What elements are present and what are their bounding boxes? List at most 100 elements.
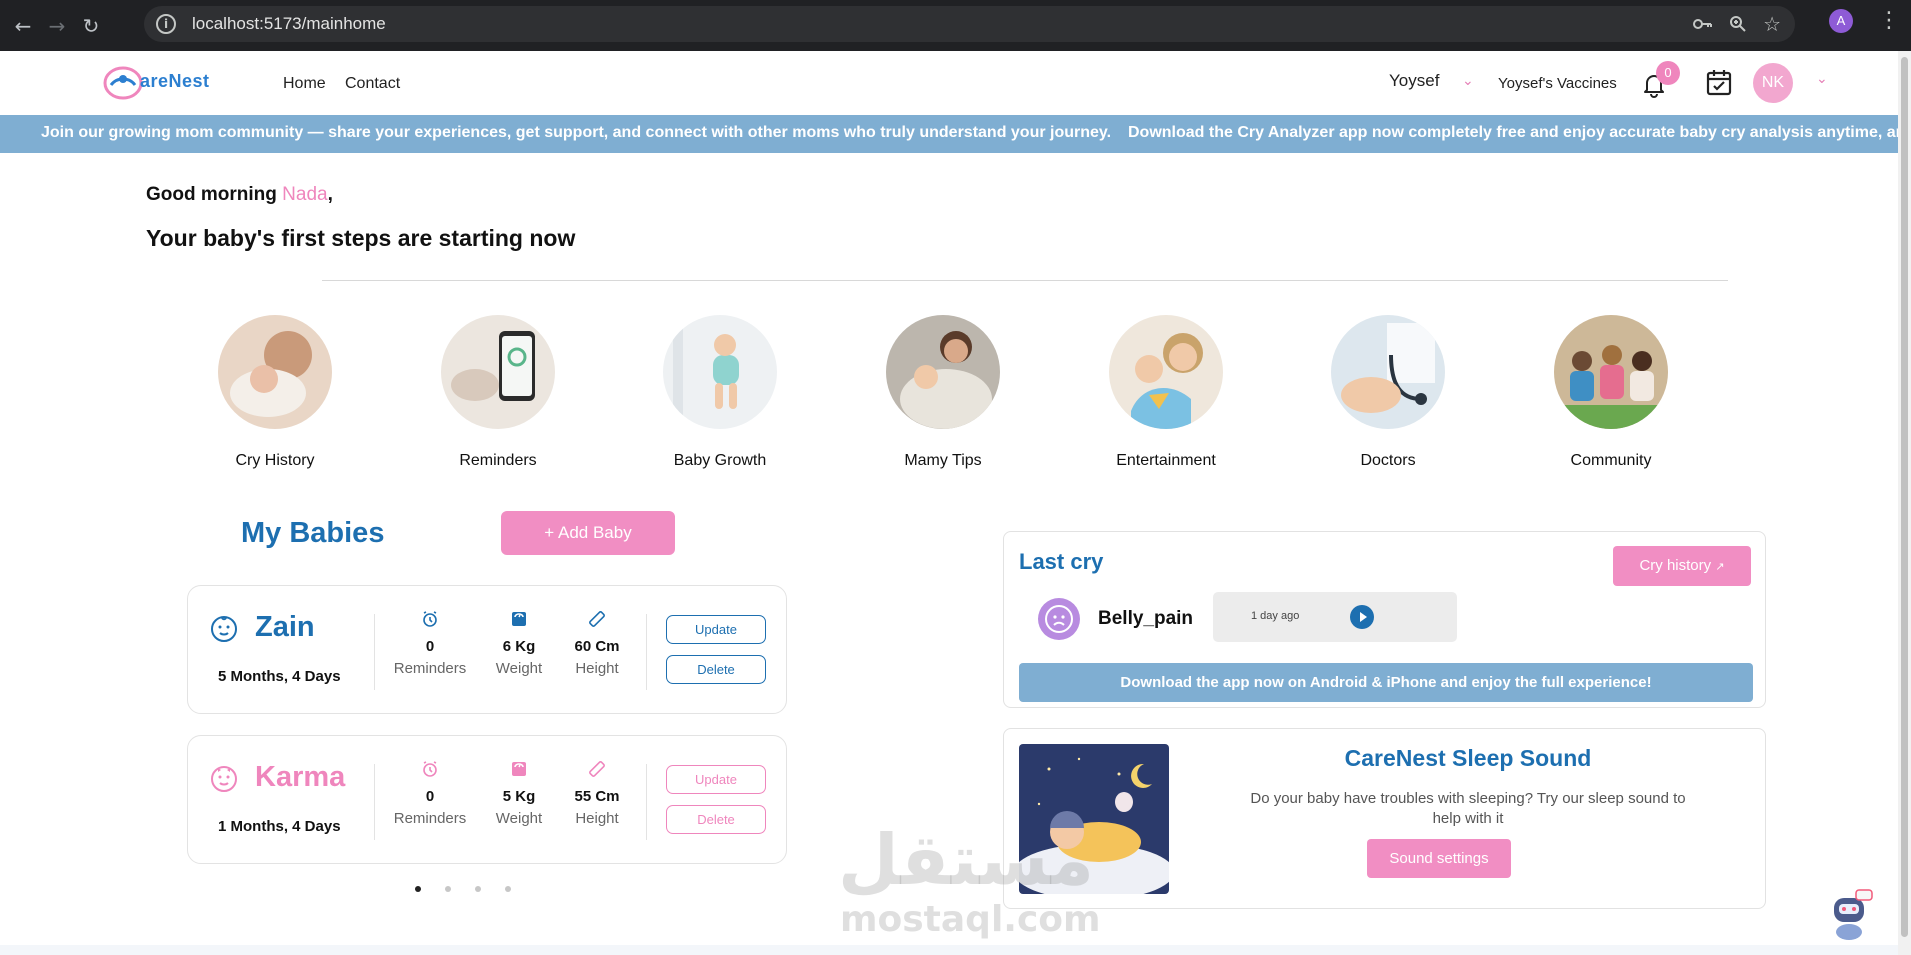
- divider: [646, 614, 647, 690]
- community-image[interactable]: [1554, 315, 1668, 429]
- add-baby-button[interactable]: + Add Baby: [501, 511, 675, 555]
- download-app-banner[interactable]: Download the app now on Android & iPhone…: [1019, 663, 1753, 702]
- height-label: Height: [575, 810, 619, 827]
- baby-card[interactable]: Karma 1 Months, 4 Days 0 Reminders 5 Kg …: [187, 735, 787, 864]
- cry-type-icon: [1038, 598, 1080, 640]
- update-button[interactable]: Update: [666, 615, 766, 644]
- nav-contact[interactable]: Contact: [345, 75, 400, 93]
- feature-community[interactable]: Community: [1511, 315, 1711, 470]
- site-info-icon[interactable]: i: [156, 14, 176, 34]
- feature-baby-growth[interactable]: Baby Growth: [620, 315, 820, 470]
- doctors-image[interactable]: [1331, 315, 1445, 429]
- baby-face-icon: [211, 766, 237, 792]
- feature-cry-history[interactable]: Cry History: [175, 315, 375, 470]
- feature-doctors[interactable]: Doctors: [1288, 315, 1488, 470]
- baby-name: Zain: [255, 611, 315, 643]
- feature-label: Baby Growth: [673, 452, 767, 469]
- audio-player[interactable]: 1 day ago: [1213, 592, 1457, 642]
- scrollbar[interactable]: [1898, 51, 1911, 955]
- weight-stat: 5 Kg Weight: [474, 760, 564, 827]
- scrollbar-thumb[interactable]: [1901, 57, 1908, 937]
- feature-label: Entertainment: [1116, 452, 1216, 469]
- zoom-icon[interactable]: [1729, 15, 1747, 33]
- announcement-marquee: Join our growing mom community — share y…: [0, 115, 1898, 153]
- height-stat: 60 Cm Height: [552, 610, 642, 677]
- alarm-clock-icon: [385, 610, 475, 630]
- feature-label: Mamy Tips: [904, 452, 982, 469]
- scale-icon: [474, 760, 564, 780]
- height-value: 60 Cm: [574, 638, 620, 655]
- user-avatar[interactable]: NK: [1753, 63, 1793, 103]
- logo-text: areNest: [140, 71, 210, 91]
- feature-label: Cry History: [235, 452, 315, 469]
- marquee-text: Join our growing mom community — share y…: [41, 124, 1112, 141]
- sound-settings-button[interactable]: Sound settings: [1367, 839, 1511, 878]
- greeting-prefix: Good morning: [146, 184, 277, 205]
- weight-value: 6 Kg: [502, 638, 536, 655]
- reminders-label: Reminders: [393, 810, 467, 827]
- divider: [646, 764, 647, 840]
- carousel-dot[interactable]: [415, 886, 421, 892]
- nav-home[interactable]: Home: [283, 75, 326, 93]
- greeting-suffix: ,: [327, 184, 333, 205]
- feature-entertainment[interactable]: Entertainment: [1066, 315, 1266, 470]
- address-bar[interactable]: i localhost:5173/mainhome ☆: [144, 6, 1795, 42]
- update-button[interactable]: Update: [666, 765, 766, 794]
- feature-mamy-tips[interactable]: Mamy Tips: [843, 315, 1043, 470]
- greeting-subtitle: Your baby's first steps are starting now: [146, 225, 576, 251]
- baby-age: 5 Months, 4 Days: [218, 668, 341, 685]
- weight-stat: 6 Kg Weight: [474, 610, 564, 677]
- reminders-value: 0: [425, 788, 435, 805]
- chevron-down-icon[interactable]: ⌄: [1816, 71, 1828, 87]
- marquee-text: Download the Cry Analyzer app now comple…: [1128, 124, 1898, 141]
- feature-label: Doctors: [1360, 452, 1416, 469]
- mamy-tips-image[interactable]: [886, 315, 1000, 429]
- ruler-icon: [552, 760, 642, 780]
- site-header: areNest Home Contact Yoysef ⌄ Yoysef's V…: [0, 51, 1898, 115]
- reminders-value: 0: [425, 638, 435, 655]
- cry-history-image[interactable]: [218, 315, 332, 429]
- calendar-check-icon[interactable]: [1706, 68, 1732, 96]
- back-arrow-icon[interactable]: ←: [12, 15, 34, 37]
- carousel-dot[interactable]: [445, 886, 451, 892]
- cry-time-ago: 1 day ago: [1251, 610, 1300, 622]
- baby-card[interactable]: Zain 5 Months, 4 Days 0 Reminders 6 Kg W…: [187, 585, 787, 714]
- chatbot-robot-icon[interactable]: [1828, 888, 1874, 940]
- cry-history-button[interactable]: Cry history ↗: [1613, 546, 1751, 586]
- alarm-clock-icon: [385, 760, 475, 780]
- star-icon[interactable]: ☆: [1763, 12, 1781, 36]
- delete-button[interactable]: Delete: [666, 655, 766, 684]
- chevron-down-icon[interactable]: ⌄: [1462, 73, 1474, 89]
- weight-value: 5 Kg: [502, 788, 536, 805]
- last-cry-card: Last cry Cry history ↗ Belly_pain 1 day …: [1003, 531, 1766, 708]
- reminders-stat: 0 Reminders: [385, 760, 475, 827]
- divider: [374, 764, 375, 840]
- baby-growth-image[interactable]: [663, 315, 777, 429]
- menu-icon[interactable]: ⋮: [1878, 8, 1900, 34]
- reminders-label: Reminders: [393, 660, 467, 677]
- forward-arrow-icon[interactable]: →: [46, 15, 68, 37]
- feature-reminders[interactable]: Reminders: [398, 315, 598, 470]
- vaccines-link[interactable]: Yoysef's Vaccines: [1498, 75, 1617, 92]
- scale-icon: [474, 610, 564, 630]
- entertainment-image[interactable]: [1109, 315, 1223, 429]
- watermark-latin: mostaql.com: [840, 899, 1101, 940]
- baby-name: Karma: [255, 761, 346, 793]
- last-cry-title: Last cry: [1019, 549, 1104, 574]
- external-link-icon: ↗: [1715, 561, 1725, 573]
- key-icon[interactable]: [1693, 17, 1713, 31]
- watermark-arabic: مستقل: [838, 819, 1095, 901]
- baby-selector[interactable]: Yoysef: [1389, 71, 1439, 91]
- reload-icon[interactable]: ↻: [80, 15, 102, 37]
- profile-avatar[interactable]: A: [1829, 9, 1853, 33]
- delete-button[interactable]: Delete: [666, 805, 766, 834]
- notification-badge: 0: [1656, 61, 1680, 85]
- url-text[interactable]: localhost:5173/mainhome: [192, 14, 386, 34]
- weight-label: Weight: [495, 660, 543, 677]
- reminders-image[interactable]: [441, 315, 555, 429]
- watermark: مستقل mostaql.com: [838, 820, 1101, 940]
- play-icon[interactable]: [1350, 605, 1374, 629]
- carousel-dot[interactable]: [505, 886, 511, 892]
- height-value: 55 Cm: [574, 788, 620, 805]
- carousel-dot[interactable]: [475, 886, 481, 892]
